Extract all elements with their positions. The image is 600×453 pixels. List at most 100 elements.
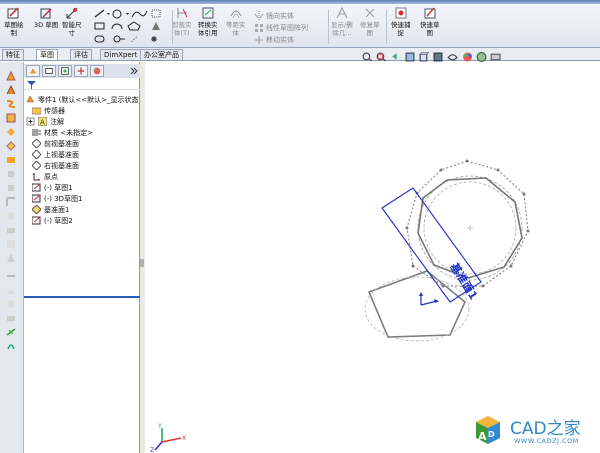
- lofted-cut-icon[interactable]: [5, 182, 17, 194]
- sketch-tools-grid: [94, 9, 161, 43]
- feature-manager-tab-icon[interactable]: [26, 65, 40, 77]
- wrap-icon[interactable]: [5, 270, 17, 282]
- loft-icon[interactable]: [5, 112, 17, 124]
- ribbon-separator: [328, 10, 329, 44]
- offset-icon: [230, 10, 242, 19]
- fillet-icon[interactable]: [5, 196, 17, 208]
- display-delete-relations-button[interactable]: 显示/删 除几...: [331, 6, 353, 37]
- property-manager-tab-icon[interactable]: [42, 65, 56, 77]
- hide-show-items-icon[interactable]: [447, 52, 459, 62]
- dropdown-arrow-icon[interactable]: [107, 13, 129, 15]
- 3d-sketch-button[interactable]: 3D 草图: [34, 6, 58, 29]
- convert-entities-icon: [202, 7, 214, 19]
- reference-geometry-icon[interactable]: [5, 312, 17, 324]
- section-view-icon[interactable]: [405, 52, 417, 62]
- apply-scene-icon[interactable]: [476, 52, 488, 62]
- 3d-sketch-icon: [32, 194, 41, 203]
- tab-evaluate[interactable]: 评估: [70, 49, 92, 60]
- rib-icon[interactable]: [5, 224, 17, 236]
- tab-dimxpert[interactable]: DimXpert: [100, 49, 142, 60]
- plane-icon: [32, 150, 41, 159]
- tree-item-material[interactable]: 材质 <未指定>: [32, 127, 93, 138]
- spline-icon[interactable]: [131, 10, 148, 18]
- instant3d-icon[interactable]: [5, 340, 17, 352]
- dimxpert-manager-tab-icon[interactable]: [74, 65, 88, 77]
- linear-pattern-button[interactable]: 线性草图阵列: [254, 22, 308, 33]
- revolve-boss-icon[interactable]: [5, 84, 17, 96]
- filter-icon[interactable]: [27, 80, 36, 89]
- tree-item-sensors[interactable]: 传感器: [32, 105, 65, 116]
- plane-icon: [32, 139, 41, 148]
- rapid-sketch-icon: [424, 7, 436, 19]
- quick-snaps-button[interactable]: 快速捕 捉: [391, 6, 411, 37]
- sketch-button[interactable]: 草图绘 制: [4, 6, 24, 37]
- tab-features[interactable]: 特征: [2, 49, 24, 60]
- feature-manager-panel: 零件1 (默认<<默认>_显示状态 传感器 A 注解 材质 <未指定> 前视基准…: [24, 62, 140, 453]
- asterisk-icon[interactable]: [151, 36, 157, 42]
- tree-item-sketch1[interactable]: (-) 草图1: [32, 182, 73, 193]
- line-icon[interactable]: [94, 9, 105, 18]
- trim-icon: [177, 8, 188, 18]
- trim-entities-button[interactable]: 剪裁实 体(T): [172, 6, 192, 37]
- mirror-feature-icon[interactable]: [5, 298, 17, 310]
- curves-icon[interactable]: [5, 326, 17, 338]
- svg-text:Y: Y: [157, 423, 162, 430]
- swept-cut-icon[interactable]: [5, 168, 17, 180]
- svg-text:A: A: [40, 119, 45, 127]
- panel-divider[interactable]: [24, 296, 140, 298]
- tab-sketch[interactable]: 草图: [36, 49, 58, 60]
- tree-root-part[interactable]: 零件1 (默认<<默认>_显示状态: [26, 94, 139, 105]
- previous-view-icon[interactable]: [390, 52, 402, 62]
- centerline-icon[interactable]: [130, 35, 139, 43]
- display-manager-tab-icon[interactable]: [90, 65, 104, 77]
- sketch-axis-triad: [419, 292, 439, 306]
- tree-item-annotations[interactable]: A 注解: [26, 116, 64, 127]
- view-triad: Y X Z: [150, 423, 186, 453]
- move-entities-button[interactable]: 移动实体: [254, 34, 294, 45]
- pentagon-construction-circle: [364, 276, 470, 342]
- sketch-icon: [32, 183, 41, 192]
- dome-icon[interactable]: [5, 284, 17, 296]
- sweep-icon[interactable]: [5, 98, 17, 110]
- expand-chevron-icon[interactable]: [130, 67, 138, 75]
- repair-sketch-button[interactable]: 修复草 图: [360, 6, 380, 37]
- polygon-icon[interactable]: [127, 21, 141, 31]
- fill-triangle-icon[interactable]: [152, 22, 160, 30]
- arc-icon[interactable]: [111, 23, 123, 30]
- text-icon[interactable]: [151, 9, 161, 18]
- zoom-fit-icon[interactable]: [362, 52, 374, 62]
- edit-appearance-icon[interactable]: [462, 52, 474, 62]
- rectangle-icon[interactable]: [94, 22, 105, 30]
- draft-icon[interactable]: [5, 238, 17, 250]
- circle-icon[interactable]: [112, 9, 122, 19]
- tree-item-3d-sketch1[interactable]: (-) 3D草图1: [32, 193, 83, 204]
- extrude-boss-icon[interactable]: [5, 70, 17, 82]
- convert-entities-button[interactable]: 转换实 体引用: [198, 6, 218, 37]
- rapid-sketch-button[interactable]: 快速草 图: [420, 6, 440, 37]
- slot-icon[interactable]: [94, 35, 105, 43]
- extrude-cut-icon[interactable]: [5, 140, 17, 152]
- plane-icon: [32, 161, 41, 170]
- tree-item-sketch2[interactable]: (-) 草图2: [32, 215, 73, 226]
- display-relations-icon: [336, 6, 348, 19]
- shell-icon[interactable]: [5, 252, 17, 264]
- pattern-icon[interactable]: [5, 210, 17, 222]
- tree-item-right-plane[interactable]: 右视基准面: [32, 160, 79, 171]
- display-style-icon[interactable]: [433, 52, 445, 62]
- boundary-boss-icon[interactable]: [5, 126, 17, 138]
- offset-entities-button[interactable]: 等距实 体: [226, 6, 246, 37]
- point-icon[interactable]: [113, 35, 125, 43]
- view-orientation-icon[interactable]: [419, 52, 431, 62]
- tree-item-origin[interactable]: 原点: [32, 171, 58, 182]
- tree-item-top-plane[interactable]: 上视基准面: [32, 149, 79, 160]
- view-settings-icon[interactable]: [490, 52, 502, 62]
- graphics-viewport[interactable]: 基准面1 Y X Z: [145, 62, 600, 453]
- revolve-cut-icon[interactable]: [5, 154, 17, 166]
- tree-item-plane1[interactable]: 基准面1: [32, 204, 69, 215]
- tab-office-products[interactable]: 办公室产品: [140, 49, 183, 60]
- zoom-area-icon[interactable]: [376, 52, 388, 62]
- tree-item-front-plane[interactable]: 前视基准面: [32, 138, 79, 149]
- configuration-manager-tab-icon[interactable]: [58, 65, 72, 77]
- smart-dimension-button[interactable]: 智能尺 寸: [62, 6, 82, 37]
- mirror-entities-button[interactable]: 镜向实体: [254, 10, 294, 21]
